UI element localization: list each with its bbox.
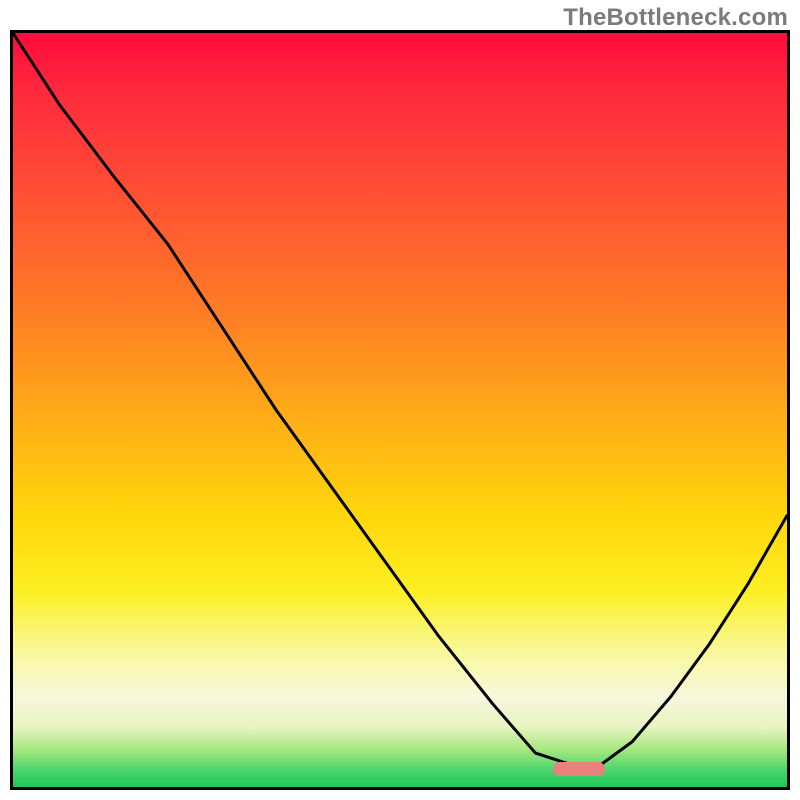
chart-frame <box>10 30 790 790</box>
chart-curve-svg <box>13 33 787 787</box>
chart-curve-path <box>13 33 787 764</box>
watermark-text: TheBottleneck.com <box>563 4 788 32</box>
min-marker <box>553 762 605 776</box>
